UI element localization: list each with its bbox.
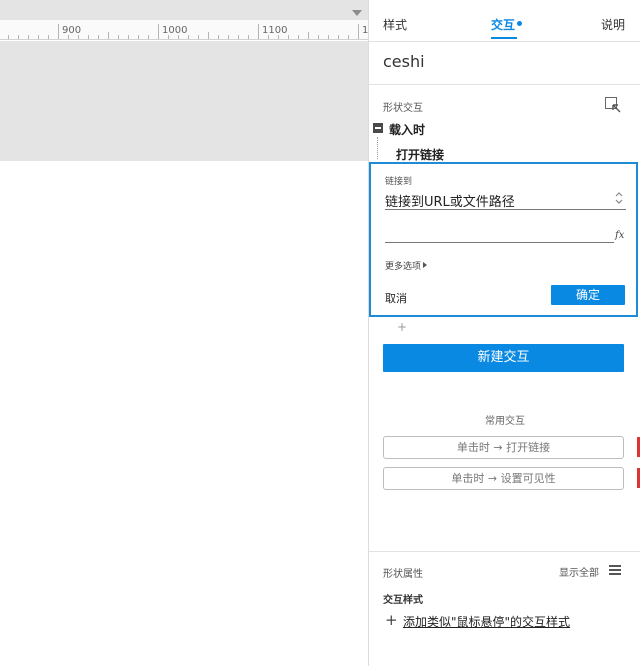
- tab-interactions[interactable]: 交互: [491, 16, 515, 33]
- caret-right-icon: [423, 262, 428, 268]
- action-open-link[interactable]: 打开链接: [396, 146, 444, 163]
- ruler-header: [0, 0, 368, 20]
- link-target-value: 链接到URL或文件路径: [385, 195, 515, 210]
- common-interactions-heading: 常用交互: [485, 416, 525, 427]
- add-style-plus-icon[interactable]: +: [385, 611, 398, 629]
- shape-properties-heading: 形状属性: [383, 569, 423, 580]
- section-divider: [369, 551, 640, 552]
- url-input[interactable]: [385, 226, 614, 243]
- tab-notes[interactable]: 说明: [601, 16, 625, 33]
- ruler-label-900: 900: [62, 25, 82, 36]
- link-to-label: 链接到: [385, 177, 413, 187]
- inspector-panel: 样式 交互 说明 ceshi 形状交互 载入时 打开链接 链接到 链接到URL或…: [368, 0, 640, 666]
- ruler-label-1000: 1000: [162, 25, 188, 36]
- element-name[interactable]: ceshi: [383, 52, 425, 71]
- ruler-dropdown-icon[interactable]: [352, 10, 362, 16]
- fx-function-icon[interactable]: fx: [615, 230, 624, 241]
- add-interaction-style-link[interactable]: 添加类似"鼠标悬停"的交互样式: [403, 613, 570, 630]
- ruler-label-1100: 1100: [262, 25, 288, 36]
- common-click-open-link-button[interactable]: 单击时 → 打开链接: [383, 436, 624, 459]
- canvas-shape[interactable]: [0, 41, 368, 161]
- active-dot-icon: [517, 21, 522, 26]
- common-click-set-visibility-button[interactable]: 单击时 → 设置可见性: [383, 467, 624, 490]
- add-case-icon[interactable]: +: [397, 320, 407, 334]
- interaction-styles-heading: 交互样式: [383, 595, 423, 606]
- collapse-panel-icon[interactable]: [605, 97, 621, 113]
- element-name-row[interactable]: ceshi: [369, 42, 640, 85]
- more-options-label: 更多选项: [385, 262, 422, 272]
- active-tab-underline: [491, 37, 517, 39]
- tab-style[interactable]: 样式: [383, 16, 407, 33]
- tree-connector: [377, 137, 378, 159]
- link-target-select[interactable]: 链接到URL或文件路径: [385, 189, 626, 210]
- collapse-toggle-icon[interactable]: [373, 123, 383, 133]
- menu-icon[interactable]: [609, 565, 621, 575]
- new-interaction-button[interactable]: 新建交互: [383, 344, 624, 372]
- panel-tabs: 样式 交互 说明: [369, 0, 640, 42]
- action-editor: 链接到 链接到URL或文件路径 fx 更多选项 取消 确定: [369, 162, 638, 317]
- ok-button[interactable]: 确定: [551, 285, 625, 305]
- shape-interactions-heading: 形状交互: [383, 103, 423, 114]
- app-window: 900 1000 1100 1 样式 交互 说明 ceshi 形状交互 载入时 …: [0, 0, 640, 666]
- select-stepper-icon: [615, 192, 623, 204]
- cancel-button[interactable]: 取消: [385, 290, 407, 306]
- design-canvas[interactable]: 900 1000 1100 1: [0, 0, 368, 666]
- more-options-toggle[interactable]: 更多选项: [385, 259, 428, 272]
- show-all-link[interactable]: 显示全部: [559, 564, 599, 579]
- event-label: 载入时: [389, 123, 426, 137]
